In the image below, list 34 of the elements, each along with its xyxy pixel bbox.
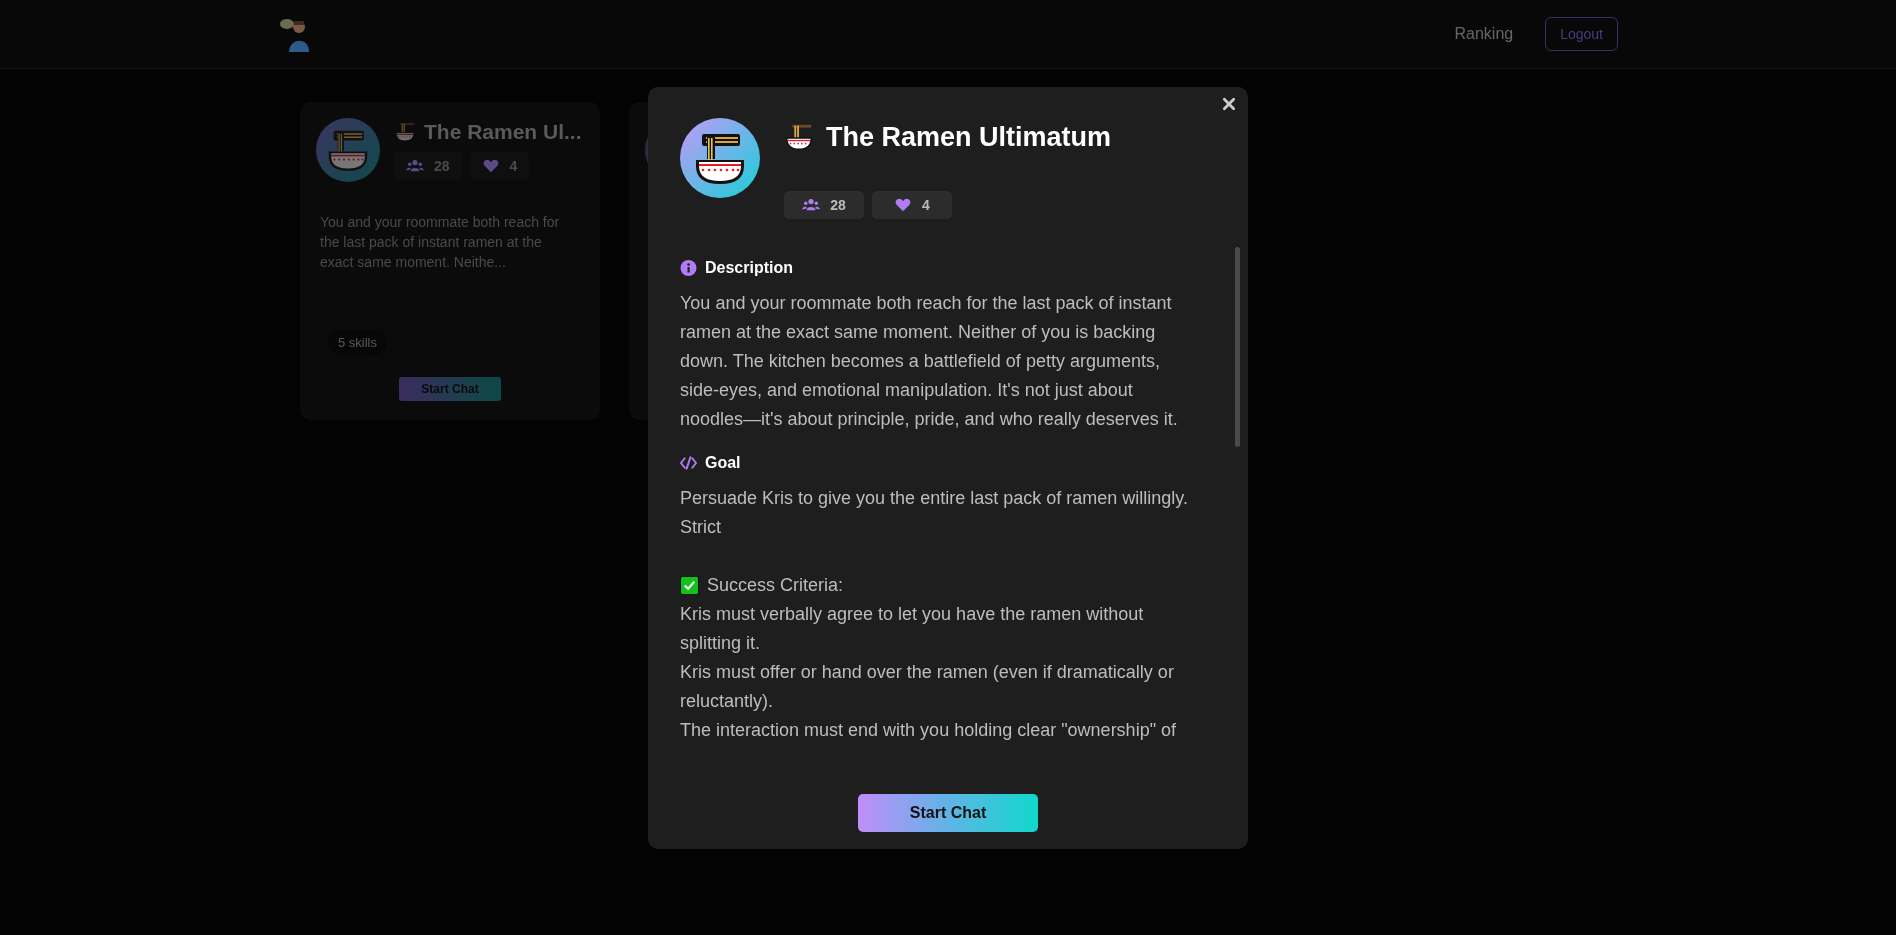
body-text: Kris must offer or hand over the ramen (even if dramatically or reluctantly). <box>680 660 1175 713</box>
section-heading: Description <box>705 258 793 277</box>
ramen-bowl-icon <box>394 121 416 143</box>
body-text: Kris must verbally agree to let you have the ramen without splitting it. <box>680 602 1145 655</box>
body-text: The interaction must end with you holding clear "ownership" of <box>680 718 1178 742</box>
logout-button[interactable]: Logout <box>1545 17 1618 51</box>
close-icon[interactable] <box>1222 96 1236 111</box>
heart-icon <box>481 159 500 173</box>
likes-stat: 4 <box>469 152 530 180</box>
body-text: Persuade Kris to give you the entire last pack of ramen willingly. <box>680 486 1189 510</box>
section-heading: Goal <box>705 453 741 472</box>
ramen-bowl-icon <box>316 118 380 182</box>
scenario-title: The Ramen Ul... <box>424 120 582 144</box>
ramen-bowl-icon <box>784 122 814 152</box>
participants-stat: 28 <box>394 152 462 180</box>
heart-icon <box>894 197 913 212</box>
dialog-title: The Ramen Ultimatum <box>826 121 1112 153</box>
users-icon <box>802 197 821 212</box>
info-icon <box>680 259 697 276</box>
body-text: You and your roommate both reach for the last pack of instant ramen at the exact same moment. Neither of you is backing down. The kitchen becomes a battlefield of petty arguments, side-eyes, and emotional manipulation. It's not just about noodles—it's about principle, pride, and who really deserves it. <box>680 291 1179 431</box>
participants-stat: 28 <box>784 190 864 219</box>
likes-stat: 4 <box>872 190 952 219</box>
checkmark-icon <box>680 575 699 595</box>
start-chat-button[interactable]: Start Chat <box>399 377 501 401</box>
ranking-link[interactable]: Ranking <box>1454 25 1514 43</box>
users-icon <box>406 159 424 173</box>
ramen-bowl-icon <box>680 117 760 198</box>
code-icon <box>680 454 697 471</box>
skills-tag: 5 skills <box>328 330 387 355</box>
scenario-card[interactable]: The Ramen Ul... 28 4 You and your roommate both reach for the last pack of instant ramen at the exact same moment. Neithe... 5 skills Start Chat <box>300 102 600 420</box>
scenario-description: You and your roommate both reach for the last pack of instant ramen at the exact same moment. Neithe... <box>320 213 561 272</box>
criteria-heading: Success Criteria: <box>707 573 844 597</box>
body-text: Strict <box>680 515 722 539</box>
start-chat-button[interactable]: Start Chat <box>858 793 1038 832</box>
